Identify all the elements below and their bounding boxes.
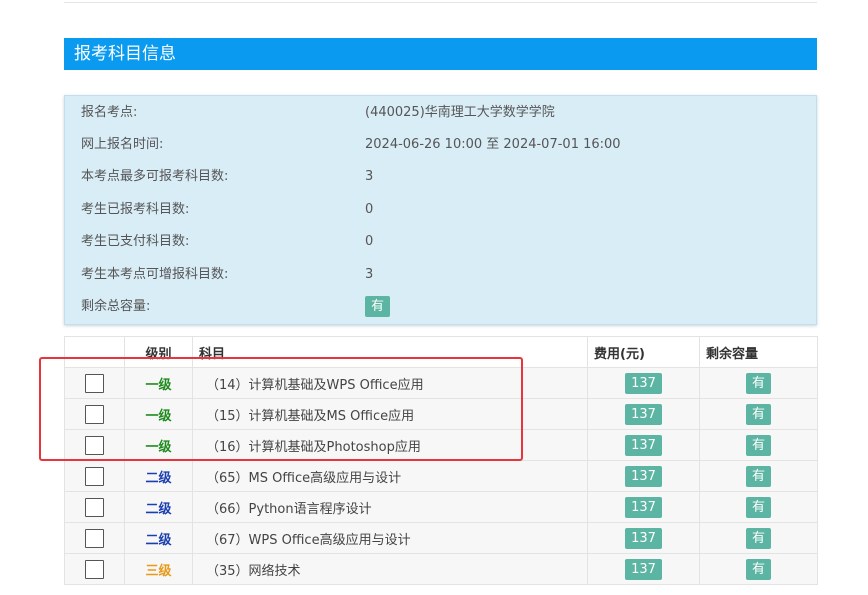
fee-badge: 137	[625, 465, 662, 487]
table-row: 二级 （65）MS Office高级应用与设计 137 有	[64, 460, 818, 492]
subject-checkbox[interactable]	[85, 528, 104, 548]
info-value: 2024-06-26 10:00 至 2024-07-01 16:00	[365, 137, 621, 152]
capacity-cell: 有	[699, 553, 818, 585]
capacity-badge: 有	[745, 372, 771, 394]
subject-checkbox[interactable]	[85, 404, 104, 424]
subject-cell: （16）计算机基础及Photoshop应用	[192, 429, 588, 461]
fee-badge: 137	[625, 496, 662, 518]
info-row-addable-subjects: 考生本考点可增报科目数: 3	[65, 259, 816, 291]
table-row: 一级 （14）计算机基础及WPS Office应用 137 有	[64, 367, 818, 399]
capacity-cell: 有	[699, 491, 818, 523]
level-cell: 一级	[124, 367, 193, 399]
select-cell	[64, 491, 125, 523]
fee-cell: 137	[587, 398, 700, 430]
capacity-cell: 有	[699, 522, 818, 554]
table-row: 一级 （16）计算机基础及Photoshop应用 137 有	[64, 429, 818, 461]
info-label: 网上报名时间:	[81, 137, 164, 152]
table-row: 二级 （67）WPS Office高级应用与设计 137 有	[64, 522, 818, 554]
section-title: 报考科目信息	[64, 38, 817, 70]
capacity-badge: 有	[745, 465, 771, 487]
info-row-registered-subjects: 考生已报考科目数: 0	[65, 194, 816, 226]
fee-badge: 137	[625, 434, 662, 456]
fee-cell: 137	[587, 522, 700, 554]
info-row-paid-subjects: 考生已支付科目数: 0	[65, 226, 816, 258]
info-label: 考生已支付科目数:	[81, 234, 190, 249]
capacity-badge: 有	[745, 403, 771, 425]
fee-cell: 137	[587, 429, 700, 461]
exam-info-panel: 报名考点: (440025)华南理工大学数学学院 网上报名时间: 2024-06…	[64, 95, 817, 325]
info-label: 剩余总容量:	[81, 299, 151, 314]
header-fee: 费用(元)	[587, 336, 700, 368]
subject-checkbox[interactable]	[85, 466, 104, 486]
fee-badge: 137	[625, 403, 662, 425]
capacity-badge: 有	[745, 434, 771, 456]
subject-cell: （35）网络技术	[192, 553, 588, 585]
select-cell	[64, 429, 125, 461]
subject-cell: （14）计算机基础及WPS Office应用	[192, 367, 588, 399]
capacity-badge: 有	[745, 558, 771, 580]
fee-badge: 137	[625, 372, 662, 394]
select-cell	[64, 460, 125, 492]
info-value: 3	[365, 169, 374, 184]
subject-checkbox[interactable]	[85, 497, 104, 517]
subject-cell: （66）Python语言程序设计	[192, 491, 588, 523]
level-cell: 一级	[124, 398, 193, 430]
subject-checkbox[interactable]	[85, 373, 104, 393]
info-label: 本考点最多可报考科目数:	[81, 169, 229, 184]
info-value: (440025)华南理工大学数学学院	[365, 105, 555, 120]
info-row-registration-time: 网上报名时间: 2024-06-26 10:00 至 2024-07-01 16…	[65, 129, 816, 161]
info-value: 0	[365, 234, 374, 249]
subject-cell: （15）计算机基础及MS Office应用	[192, 398, 588, 430]
select-cell	[64, 553, 125, 585]
select-cell	[64, 522, 125, 554]
subject-checkbox[interactable]	[85, 435, 104, 455]
fee-cell: 137	[587, 491, 700, 523]
capacity-cell: 有	[699, 460, 818, 492]
capacity-cell: 有	[699, 398, 818, 430]
capacity-cell: 有	[699, 429, 818, 461]
info-label: 报名考点:	[81, 105, 138, 120]
level-cell: 二级	[124, 460, 193, 492]
table-row: 二级 （66）Python语言程序设计 137 有	[64, 491, 818, 523]
table-row: 三级 （35）网络技术 137 有	[64, 553, 818, 585]
fee-badge: 137	[625, 558, 662, 580]
capacity-badge: 有	[745, 496, 771, 518]
top-divider	[64, 2, 817, 3]
subject-checkbox[interactable]	[85, 559, 104, 579]
info-row-exam-site: 报名考点: (440025)华南理工大学数学学院	[65, 97, 816, 129]
fee-cell: 137	[587, 460, 700, 492]
info-value: 3	[365, 267, 374, 282]
subject-cell: （65）MS Office高级应用与设计	[192, 460, 588, 492]
level-cell: 二级	[124, 491, 193, 523]
table-header-row: 级别 科目 费用(元) 剩余容量	[64, 336, 818, 368]
info-row-max-subjects: 本考点最多可报考科目数: 3	[65, 161, 816, 193]
table-row: 一级 （15）计算机基础及MS Office应用 137 有	[64, 398, 818, 430]
info-value: 0	[365, 202, 374, 217]
level-cell: 三级	[124, 553, 193, 585]
info-value: 有	[365, 291, 391, 323]
fee-cell: 137	[587, 553, 700, 585]
capacity-cell: 有	[699, 367, 818, 399]
info-label: 考生本考点可增报科目数:	[81, 267, 229, 282]
capacity-badge: 有	[745, 527, 771, 549]
info-label: 考生已报考科目数:	[81, 202, 190, 217]
header-subject: 科目	[192, 336, 588, 368]
capacity-badge: 有	[365, 296, 391, 317]
select-cell	[64, 367, 125, 399]
header-select	[64, 336, 125, 368]
subject-cell: （67）WPS Office高级应用与设计	[192, 522, 588, 554]
level-cell: 一级	[124, 429, 193, 461]
fee-cell: 137	[587, 367, 700, 399]
select-cell	[64, 398, 125, 430]
info-row-remaining-capacity: 剩余总容量: 有	[65, 291, 816, 323]
level-cell: 二级	[124, 522, 193, 554]
subject-table-container: 级别 科目 费用(元) 剩余容量 一级 （14）计算机基础及WPS Office…	[64, 336, 818, 585]
header-capacity: 剩余容量	[699, 336, 818, 368]
header-level: 级别	[124, 336, 193, 368]
fee-badge: 137	[625, 527, 662, 549]
subject-table: 级别 科目 费用(元) 剩余容量 一级 （14）计算机基础及WPS Office…	[64, 336, 818, 585]
